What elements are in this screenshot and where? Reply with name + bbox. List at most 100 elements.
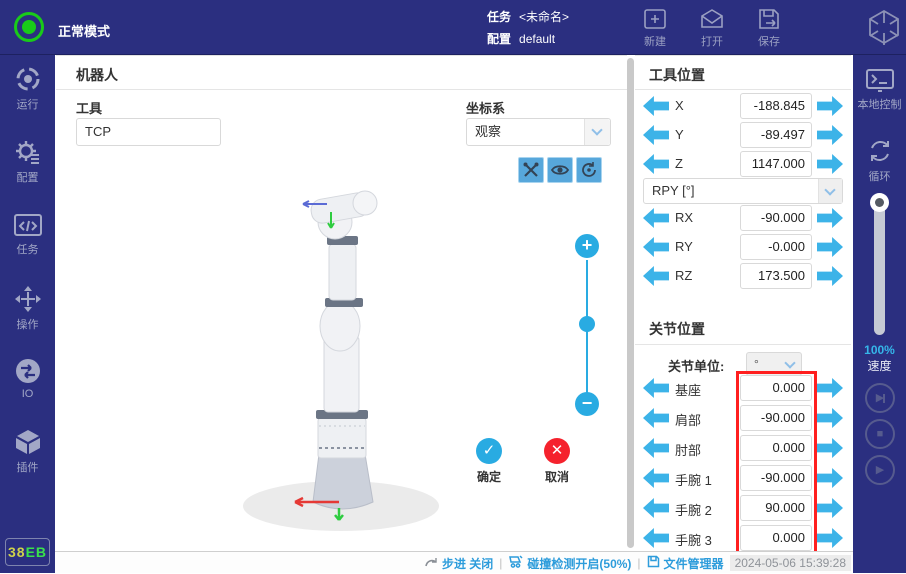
move-arrows-icon bbox=[0, 285, 55, 313]
jog-minus-button[interactable] bbox=[643, 468, 669, 488]
sidebar-item-task[interactable]: 任务 bbox=[0, 212, 55, 257]
axis-value-input[interactable]: -89.497 bbox=[740, 122, 812, 148]
panel-title: 机器人 bbox=[76, 65, 118, 85]
jog-minus-button[interactable] bbox=[643, 237, 669, 257]
save-task-label: 保存 bbox=[742, 33, 796, 49]
loop-button[interactable]: 循环 bbox=[853, 137, 906, 184]
joint-value-input[interactable]: -90.000 bbox=[740, 465, 812, 491]
new-task-button[interactable]: 新建 bbox=[628, 7, 682, 49]
axis-value-input[interactable]: -188.845 bbox=[740, 93, 812, 119]
jog-plus-button[interactable] bbox=[817, 528, 843, 548]
jog-plus-button[interactable] bbox=[817, 154, 843, 174]
sidebar-item-label: 运行 bbox=[0, 96, 55, 112]
badge-part-2: EB bbox=[26, 544, 47, 560]
joint-label: 手腕 3 bbox=[675, 530, 712, 549]
joint-value-input[interactable]: 0.000 bbox=[740, 525, 812, 551]
joint-label: 肘部 bbox=[675, 440, 701, 459]
jog-plus-button[interactable] bbox=[817, 237, 843, 257]
rotation-format-select[interactable]: RPY [°] bbox=[643, 178, 843, 204]
axis-label: Z bbox=[675, 156, 683, 171]
sidebar-item-config[interactable]: 配置 bbox=[0, 138, 55, 185]
new-file-icon bbox=[628, 7, 682, 31]
run-icon bbox=[0, 65, 55, 93]
joint-value-input[interactable]: -90.000 bbox=[740, 405, 812, 431]
loop-label: 循环 bbox=[853, 168, 906, 184]
sidebar-item-label: 任务 bbox=[0, 241, 55, 257]
badge-part-1: 38 bbox=[8, 544, 26, 560]
view-visibility-button[interactable] bbox=[547, 157, 573, 183]
divider bbox=[635, 89, 851, 90]
axis-value-input[interactable]: 1147.000 bbox=[740, 151, 812, 177]
loop-icon bbox=[853, 137, 906, 165]
jog-plus-button[interactable] bbox=[817, 208, 843, 228]
jog-minus-button[interactable] bbox=[643, 266, 669, 286]
step-forward-button[interactable]: ▶ bbox=[865, 383, 895, 413]
file-manager-text: 文件管理器 bbox=[664, 555, 724, 572]
mode-status-icon bbox=[14, 12, 44, 42]
axis-value-input[interactable]: -0.000 bbox=[740, 234, 812, 260]
cancel-button[interactable]: ✕ bbox=[544, 438, 570, 464]
sidebar-item-io[interactable]: IO bbox=[0, 357, 55, 400]
jog-plus-button[interactable] bbox=[817, 125, 843, 145]
speed-slider-handle[interactable] bbox=[870, 193, 889, 212]
jog-plus-button[interactable] bbox=[817, 408, 843, 428]
axis-value-input[interactable]: 173.500 bbox=[740, 263, 812, 289]
joint-value-input[interactable]: 0.000 bbox=[740, 375, 812, 401]
jog-minus-button[interactable] bbox=[643, 378, 669, 398]
jog-minus-button[interactable] bbox=[643, 528, 669, 548]
file-manager-button[interactable]: 文件管理器 bbox=[647, 555, 724, 572]
task-label: 任务 bbox=[487, 10, 511, 24]
jog-plus-button[interactable] bbox=[817, 438, 843, 458]
frame-select[interactable]: 观察 bbox=[466, 118, 611, 146]
jog-minus-button[interactable] bbox=[643, 498, 669, 518]
left-nav-sidebar: 运行 配置 任务 操作 IO 插件 38EB bbox=[0, 55, 55, 573]
stop-button[interactable]: ■ bbox=[865, 419, 895, 449]
joint-value-input[interactable]: 90.000 bbox=[740, 495, 812, 521]
jog-plus-button[interactable] bbox=[817, 378, 843, 398]
sidebar-item-operate[interactable]: 操作 bbox=[0, 285, 55, 332]
jog-minus-button[interactable] bbox=[643, 154, 669, 174]
view-reset-rotation-button[interactable] bbox=[576, 157, 602, 183]
jog-minus-button[interactable] bbox=[643, 208, 669, 228]
open-task-label: 打开 bbox=[685, 33, 739, 49]
jog-minus-button[interactable] bbox=[643, 438, 669, 458]
zoom-slider-handle[interactable] bbox=[579, 316, 595, 332]
status-separator: | bbox=[637, 556, 640, 570]
axis-label: RZ bbox=[675, 268, 692, 283]
play-button[interactable]: ▶ bbox=[865, 455, 895, 485]
jog-plus-button[interactable] bbox=[817, 468, 843, 488]
zoom-out-button[interactable]: − bbox=[575, 392, 599, 416]
sidebar-item-label: 操作 bbox=[0, 316, 55, 332]
sidebar-item-plugin[interactable]: 插件 bbox=[0, 428, 55, 475]
sidebar-item-run[interactable]: 运行 bbox=[0, 65, 55, 112]
local-control-button[interactable]: 本地控制 bbox=[853, 67, 906, 112]
jog-minus-button[interactable] bbox=[643, 96, 669, 116]
tool-name-input[interactable]: TCP bbox=[76, 118, 221, 146]
file-manager-icon bbox=[647, 555, 660, 571]
speed-slider-track[interactable] bbox=[874, 205, 885, 335]
step-mode-status[interactable]: 步进 关闭 bbox=[424, 555, 493, 572]
axis-value-input[interactable]: -90.000 bbox=[740, 205, 812, 231]
status-bar: 步进 关闭 | 碰撞检测开启(50%) | 文件管理器 2024-05-06 1… bbox=[55, 551, 853, 573]
confirm-button[interactable]: ✓ bbox=[476, 438, 502, 464]
jog-plus-button[interactable] bbox=[817, 498, 843, 518]
joint-unit-select[interactable]: ° bbox=[746, 352, 802, 376]
panel-splitter[interactable] bbox=[627, 58, 634, 548]
jog-plus-button[interactable] bbox=[817, 96, 843, 116]
open-task-button[interactable]: 打开 bbox=[685, 7, 739, 49]
position-panel: 工具位置 X -188.845 Y -89.497 Z 1147.000 RPY… bbox=[635, 55, 851, 551]
jog-minus-button[interactable] bbox=[643, 408, 669, 428]
save-task-button[interactable]: 保存 bbox=[742, 7, 796, 49]
joint-label: 肩部 bbox=[675, 410, 701, 429]
io-exchange-icon bbox=[0, 357, 55, 385]
collision-detection-status[interactable]: 碰撞检测开启(50%) bbox=[508, 555, 631, 572]
zoom-in-button[interactable]: + bbox=[575, 234, 599, 258]
jog-plus-button[interactable] bbox=[817, 266, 843, 286]
view-tools-button[interactable] bbox=[518, 157, 544, 183]
jog-minus-button[interactable] bbox=[643, 125, 669, 145]
collision-icon bbox=[508, 555, 523, 571]
task-value: <未命名> bbox=[519, 10, 569, 24]
joint-value-input[interactable]: 0.000 bbox=[740, 435, 812, 461]
check-icon: ✓ bbox=[483, 442, 496, 459]
confirm-label: 确定 bbox=[459, 468, 519, 485]
